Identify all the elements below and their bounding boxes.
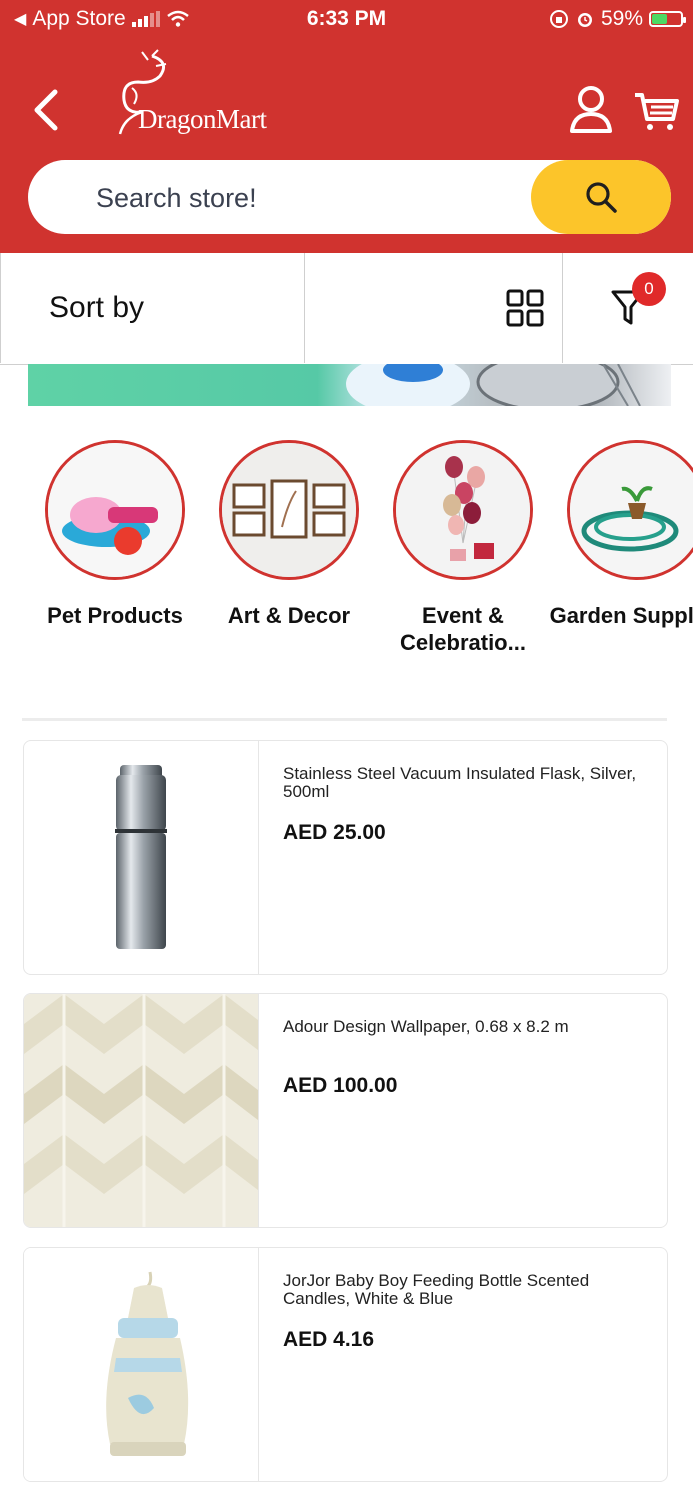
sort-label: Sort by (49, 291, 145, 324)
battery-percent: 59% (600, 7, 643, 30)
category-image (219, 440, 359, 580)
status-bar: ◀ App Store 6:33 PM 59% (0, 0, 693, 38)
search-bar (28, 160, 671, 234)
back-button[interactable] (26, 86, 66, 134)
product-name[interactable]: JorJor Baby Boy Feeding Bottle Scented C… (283, 1272, 648, 1308)
product-price: AED 4.16 (283, 1328, 375, 1351)
search-button[interactable] (531, 160, 671, 234)
cart-icon (635, 93, 679, 130)
category-label: Garden Supplies (549, 603, 693, 628)
battery-icon (649, 11, 686, 27)
promo-banner[interactable] (28, 364, 671, 406)
product-name[interactable]: Adour Design Wallpaper, 0.68 x 8.2 m (283, 1018, 648, 1036)
brand-wordmark: DragonMart (138, 104, 267, 134)
banner-image (346, 364, 641, 406)
brand-logo[interactable]: DragonMart (112, 48, 312, 148)
product-price: AED 100.00 (283, 1074, 398, 1097)
category-image (45, 440, 185, 580)
product-card[interactable]: Adour Design Wallpaper, 0.68 x 8.2 m AED… (23, 993, 668, 1228)
garden-supplies-image (570, 443, 693, 577)
category-label: Pet Products (47, 603, 183, 628)
battery-fill (652, 14, 667, 24)
category-carousel: Pet Products Art & Decor Event & Celebra… (0, 440, 693, 670)
alarm-icon (577, 13, 592, 27)
user-icon (570, 86, 612, 133)
wallpaper-image (24, 994, 258, 1227)
product-price: AED 25.00 (283, 821, 386, 844)
list-toolbar: Sort by 0 (0, 253, 693, 365)
app-header: DragonMart (0, 38, 693, 253)
sort-button[interactable]: Sort by (0, 253, 305, 363)
category-item[interactable]: Pet Products (20, 440, 210, 629)
pet-products-image (48, 443, 182, 577)
category-label: Art & Decor (227, 603, 351, 628)
product-image[interactable] (24, 994, 259, 1227)
product-image[interactable] (24, 1248, 259, 1481)
search-input[interactable] (94, 178, 518, 218)
category-item[interactable]: Art & Decor (194, 440, 384, 629)
product-name[interactable]: Stainless Steel Vacuum Insulated Flask, … (283, 765, 648, 801)
category-image (393, 440, 533, 580)
cart-button[interactable] (632, 82, 682, 136)
art-decor-image (222, 443, 356, 577)
event-celebration-image (396, 443, 530, 577)
grid-view-button[interactable] (305, 253, 563, 363)
account-button[interactable] (566, 82, 616, 136)
chevron-left-icon (34, 89, 58, 131)
flask-image (115, 765, 167, 949)
category-image (567, 440, 693, 580)
category-label: Event & Celebratio... (400, 603, 526, 655)
category-item[interactable]: Garden Supplies (542, 440, 693, 629)
section-divider (22, 718, 667, 721)
candle-image (24, 1248, 258, 1481)
status-right: 59% (549, 7, 686, 31)
orientation-lock-icon (549, 10, 568, 28)
category-item[interactable]: Event & Celebratio... (368, 440, 558, 656)
search-icon (586, 182, 617, 213)
filter-count-badge: 0 (632, 272, 666, 306)
product-card[interactable]: JorJor Baby Boy Feeding Bottle Scented C… (23, 1247, 668, 1482)
filter-button[interactable]: 0 (562, 253, 693, 363)
product-image[interactable] (24, 741, 259, 974)
grid-view-icon (506, 289, 544, 327)
product-card[interactable]: Stainless Steel Vacuum Insulated Flask, … (23, 740, 668, 975)
